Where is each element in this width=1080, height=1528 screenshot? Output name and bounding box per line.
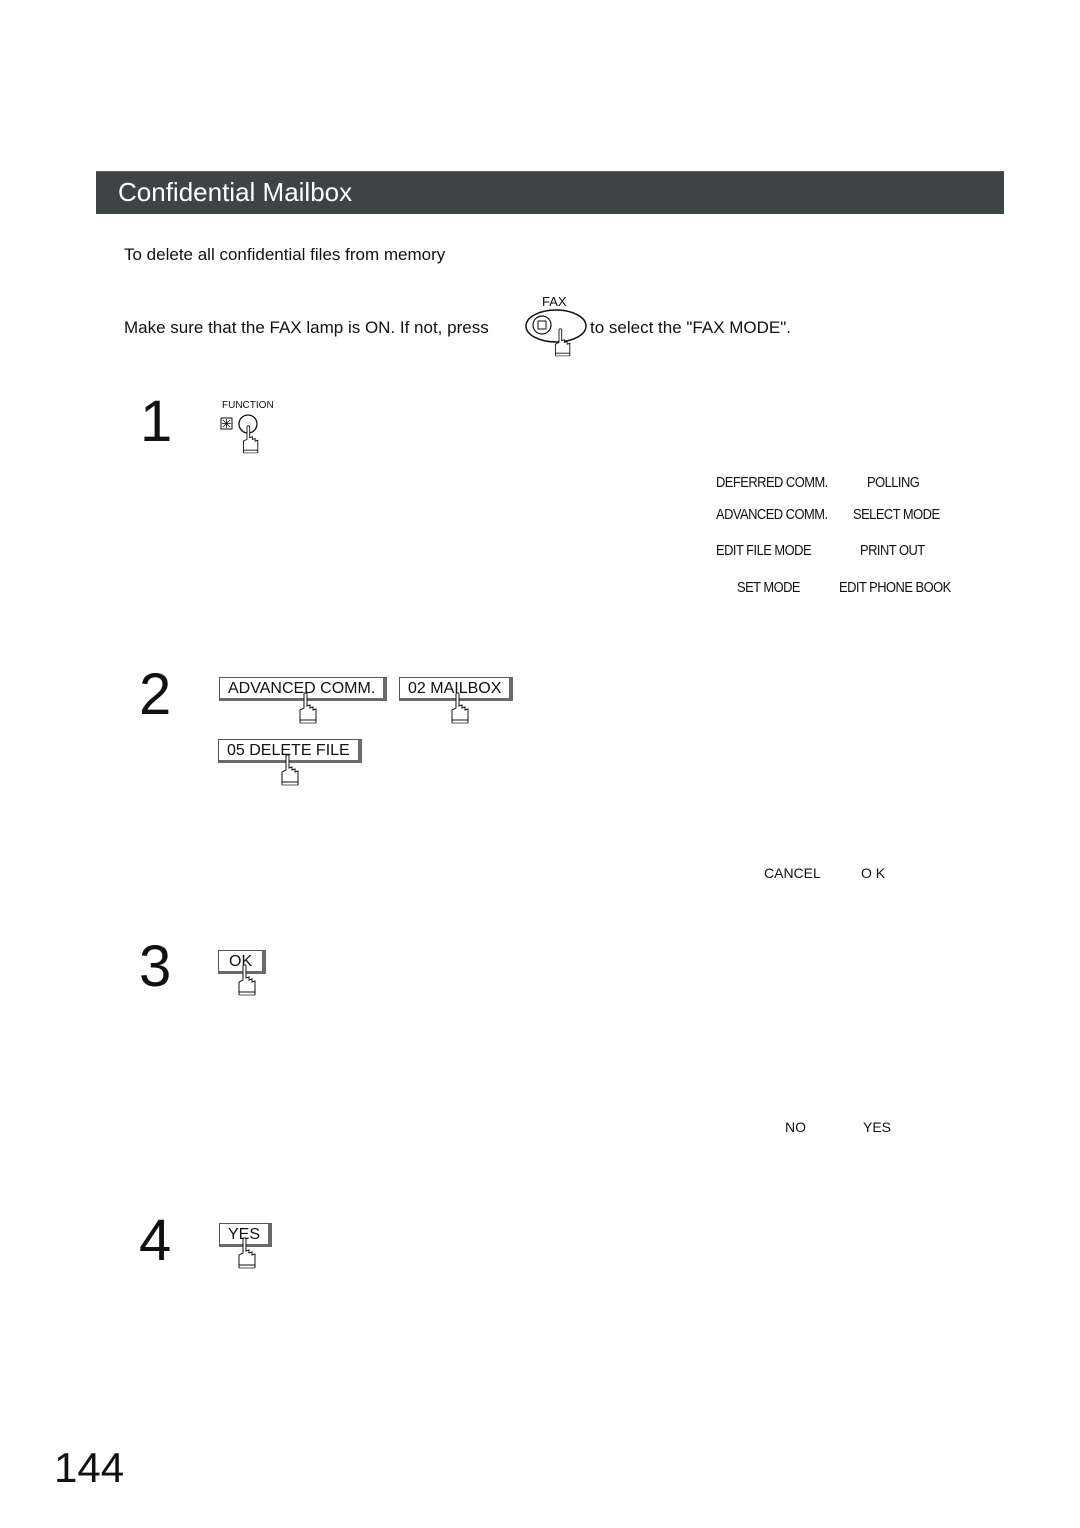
lcd-item: DEFERRED COMM. (716, 474, 828, 491)
fax-key: FAX (520, 294, 588, 364)
step-number: 3 (139, 934, 172, 999)
fax-button-icon (525, 309, 587, 357)
lcd-item: O K (861, 865, 886, 881)
ok-button[interactable]: OK (218, 950, 267, 974)
lcd-item: CANCEL (764, 865, 821, 881)
lcd-item: ADVANCED COMM. (716, 506, 828, 523)
section-header: Confidential Mailbox (96, 171, 1004, 214)
function-button-icon (220, 414, 259, 454)
function-key: FUNCTION (218, 400, 288, 460)
lcd-item: EDIT FILE MODE (716, 542, 812, 559)
lcd-item: SELECT MODE (853, 506, 940, 523)
mailbox-button[interactable]: 02 MAILBOX (399, 677, 514, 701)
delete-file-button[interactable]: 05 DELETE FILE (218, 739, 362, 763)
step-number: 2 (139, 662, 172, 727)
advanced-comm-button[interactable]: ADVANCED COMM. (219, 677, 388, 701)
lcd-item: EDIT PHONE BOOK (839, 579, 951, 596)
yes-button[interactable]: YES (219, 1223, 273, 1247)
intro-text: Make sure that the FAX lamp is ON. If no… (124, 318, 489, 337)
step-number: 4 (139, 1208, 172, 1273)
section-title: Confidential Mailbox (118, 177, 353, 207)
lcd-item: SET MODE (737, 579, 801, 596)
lcd-item: PRINT OUT (860, 542, 925, 559)
page-number: 144 (54, 1444, 125, 1491)
section-subtitle: To delete all confidential files from me… (124, 245, 446, 264)
lcd-item: POLLING (867, 474, 920, 491)
intro-text-after: to select the "FAX MODE". (590, 318, 792, 337)
lcd-item: NO (785, 1119, 806, 1135)
step-number: 1 (140, 389, 173, 454)
lcd-item: YES (863, 1119, 892, 1135)
